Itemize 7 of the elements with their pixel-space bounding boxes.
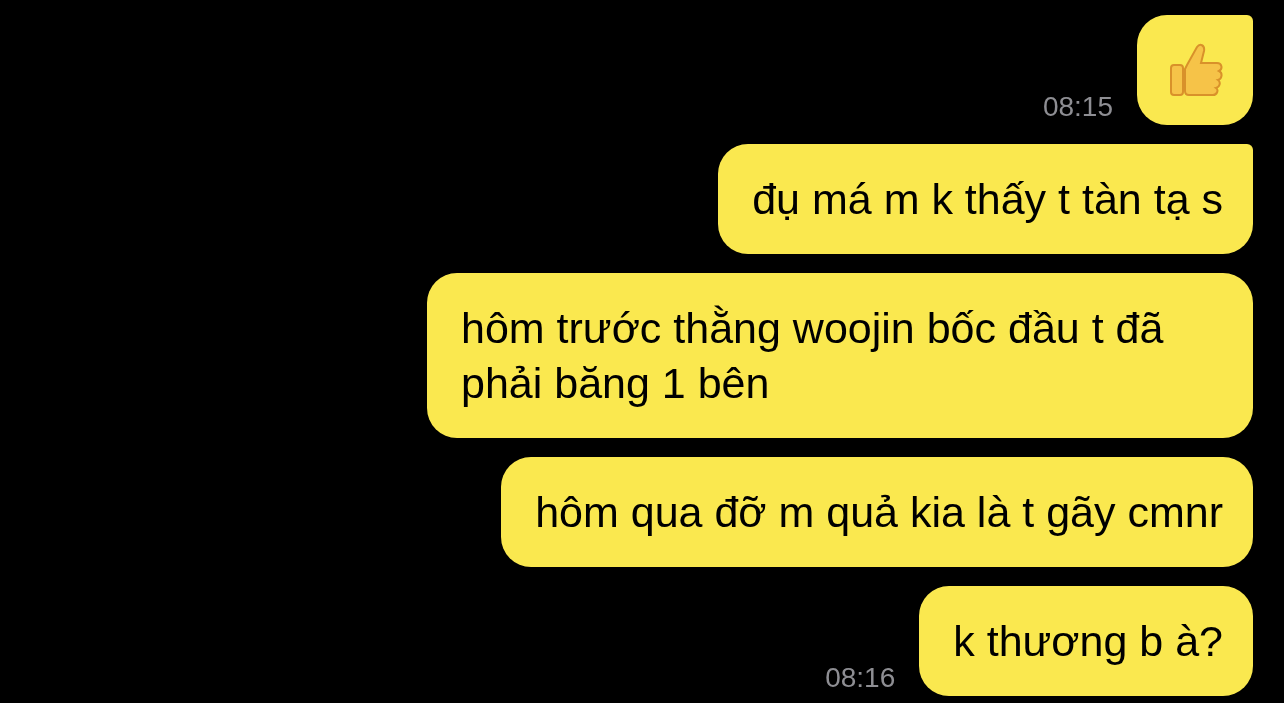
message-time: 08:15 [1042,91,1113,123]
message-bubble: k thương b à? [919,586,1253,696]
message-bubble: đụ má m k thấy t tàn tạ s [718,144,1253,254]
message-bubble: hôm trước thằng woojin bốc đầu t đã phải băng 1 bên [427,273,1253,438]
message-bubble: hôm qua đỡ m quả kia là t gãy cmnr [501,457,1253,567]
message-time: 08:16 [825,662,896,694]
thumbs-up-icon [1167,41,1223,99]
